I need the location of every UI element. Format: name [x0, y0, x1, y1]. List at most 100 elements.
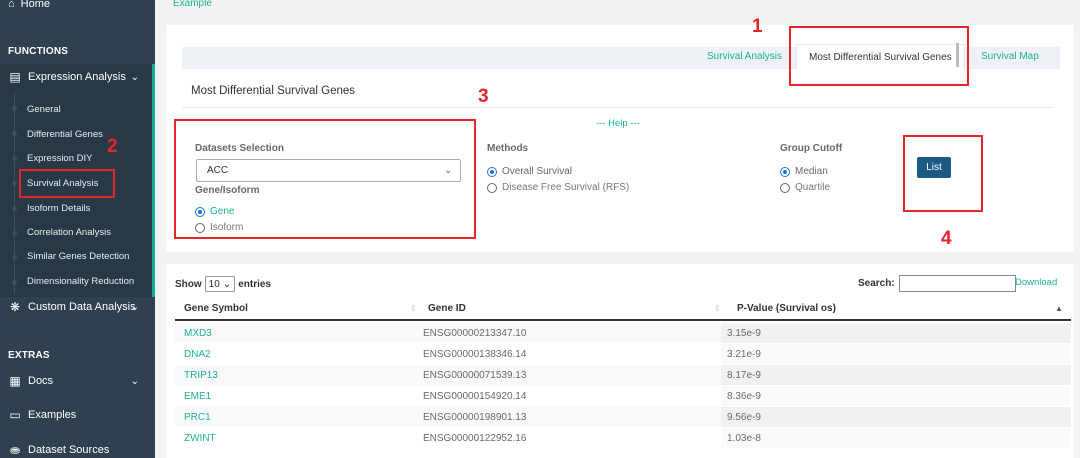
p-value-cell: 9.56e-9 — [727, 412, 761, 423]
sorted-column-cell-bg — [721, 344, 1071, 364]
p-value-cell: 3.15e-9 — [727, 328, 761, 339]
sidebar-sub-dimensionality-reduction[interactable]: Dimensionality Reduction — [27, 276, 134, 287]
annotation-number-4: 4 — [941, 228, 952, 249]
sidebar-item-custom-data-analysis[interactable]: ❋ Custom Data Analysis ⌄ — [8, 296, 155, 318]
median-radio[interactable]: Median — [780, 166, 828, 177]
gene-id-cell: ENSG00000213347.10 — [423, 328, 527, 339]
sorted-column-cell-bg — [721, 323, 1071, 343]
annotation-number-3: 3 — [478, 86, 489, 107]
sidebar: ⌂ Home FUNCTIONS ▤ Expression Analysis ⌄… — [0, 0, 155, 458]
gene-symbol-link[interactable]: MXD3 — [184, 328, 212, 339]
gene-symbol-link[interactable]: TRIP13 — [184, 370, 218, 381]
gene-symbol-link[interactable]: EME1 — [184, 391, 211, 402]
column-header-gene-id[interactable]: Gene ID — [428, 303, 466, 314]
sort-icon[interactable]: ⇕ — [410, 304, 417, 313]
submenu-dot — [12, 206, 17, 211]
help-link[interactable]: --- Help --- — [596, 118, 640, 129]
search-input[interactable] — [898, 275, 1016, 292]
results-table-panel: Show 10 ⌄ entries Search: Download Gene … — [166, 264, 1074, 458]
entries-select[interactable]: 10 ⌄ — [204, 276, 236, 292]
radio-selected-icon — [487, 166, 497, 177]
sidebar-item-docs[interactable]: ▦ Docs ⌄ — [8, 370, 155, 392]
radio-empty-icon — [487, 182, 497, 193]
chevron-down-icon: ⌄ — [130, 375, 139, 387]
table-header: Gene Symbol ⇕ Gene ID ⇕ P-Value (Surviva… — [175, 297, 1071, 321]
quartile-radio[interactable]: Quartile — [780, 182, 830, 193]
quartile-label: Quartile — [795, 182, 831, 193]
submenu-dot — [12, 106, 17, 111]
sort-icon[interactable]: ⇕ — [714, 304, 721, 313]
tab-survival-map[interactable]: Survival Map — [969, 44, 1051, 69]
chevron-down-icon: ⌄ — [222, 278, 232, 290]
annotation-box-3 — [174, 119, 476, 239]
sorted-column-cell-bg — [721, 386, 1071, 406]
bar-chart-icon: ▤ — [9, 70, 21, 84]
submenu-dot — [12, 181, 17, 186]
sidebar-item-dataset-sources[interactable]: ⛂ Dataset Sources — [8, 439, 155, 458]
sort-asc-icon[interactable]: ▲ — [1055, 304, 1063, 313]
column-header-gene-symbol[interactable]: Gene Symbol — [184, 303, 248, 314]
table-row: EME1 ENSG00000154920.14 8.36e-9 — [175, 386, 1071, 406]
gene-id-cell: ENSG00000154920.14 — [423, 391, 527, 402]
sorted-column-cell-bg — [721, 407, 1071, 427]
disease-free-radio[interactable]: Disease Free Survival (RFS) — [487, 182, 629, 193]
radio-selected-icon — [780, 166, 790, 177]
sidebar-sub-similar-genes[interactable]: Similar Genes Detection — [27, 251, 129, 262]
sidebar-sub-differential-genes[interactable]: Differential Genes — [27, 129, 103, 140]
sidebar-item-home[interactable]: ⌂ Home — [8, 0, 50, 10]
sidebar-sub-correlation-analysis[interactable]: Correlation Analysis — [27, 227, 111, 238]
database-icon: ⛂ — [9, 443, 21, 457]
chevron-down-icon: ⌄ — [130, 71, 139, 83]
table-row: DNA2 ENSG00000138346.14 3.21e-9 — [175, 344, 1071, 364]
sidebar-sub-expression-diy[interactable]: Expression DIY — [27, 153, 92, 164]
submenu-dot — [12, 131, 17, 136]
disease-free-label: Disease Free Survival (RFS) — [502, 182, 630, 193]
gene-symbol-link[interactable]: PRC1 — [184, 412, 211, 423]
panel-title: Most Differential Survival Genes — [191, 85, 356, 97]
p-value-cell: 8.36e-9 — [727, 391, 761, 402]
submenu-dot — [12, 280, 17, 285]
download-link[interactable]: Download — [1015, 277, 1057, 288]
windows-icon: ▦ — [9, 374, 21, 388]
gene-symbol-link[interactable]: ZWINT — [184, 433, 216, 444]
methods-label: Methods — [487, 143, 529, 154]
sidebar-item-label: Docs — [28, 375, 54, 387]
laptop-icon: ▭ — [9, 408, 21, 422]
gene-id-cell: ENSG00000122952.16 — [423, 433, 527, 444]
sidebar-item-examples[interactable]: ▭ Examples — [8, 404, 155, 426]
median-label: Median — [795, 166, 828, 177]
p-value-cell: 8.17e-9 — [727, 370, 761, 381]
sidebar-sub-general[interactable]: General — [27, 104, 61, 115]
entries-value: 10 — [208, 278, 220, 290]
show-entries: Show 10 ⌄ entries — [175, 276, 271, 292]
breadcrumb[interactable]: Example — [173, 0, 212, 9]
sidebar-item-label: Home — [20, 0, 50, 10]
submenu-line — [14, 92, 15, 294]
show-label: Show — [175, 278, 202, 290]
sidebar-item-label: Examples — [28, 409, 77, 421]
search-label: Search: — [858, 278, 895, 289]
entries-label: entries — [238, 278, 271, 290]
table-row: TRIP13 ENSG00000071539.13 8.17e-9 — [175, 365, 1071, 385]
annotation-number-1: 1 — [752, 16, 763, 37]
sorted-column-cell-bg — [721, 365, 1071, 385]
sidebar-sub-isoform-details[interactable]: Isoform Details — [27, 203, 90, 214]
overall-survival-radio[interactable]: Overall Survival — [487, 166, 572, 177]
table-row: PRC1 ENSG00000198901.13 9.56e-9 — [175, 407, 1071, 427]
sidebar-item-label: Custom Data Analysis — [28, 301, 136, 313]
gene-id-cell: ENSG00000198901.13 — [423, 412, 527, 423]
sidebar-item-label: Dataset Sources — [28, 444, 110, 456]
group-cutoff-label: Group Cutoff — [780, 143, 843, 154]
column-header-p-value[interactable]: P-Value (Survival os) — [737, 303, 836, 314]
gene-symbol-link[interactable]: DNA2 — [184, 349, 211, 360]
tab-survival-analysis[interactable]: Survival Analysis — [695, 44, 794, 69]
home-icon: ⌂ — [8, 0, 15, 10]
gear-icon: ❋ — [9, 300, 21, 314]
overall-survival-label: Overall Survival — [502, 166, 573, 177]
sidebar-item-expression-analysis[interactable]: ▤ Expression Analysis ⌄ — [8, 66, 155, 88]
annotation-box-1 — [789, 26, 969, 86]
annotation-box-2 — [19, 169, 115, 198]
gene-id-cell: ENSG00000071539.13 — [423, 370, 527, 381]
functions-heading: FUNCTIONS — [8, 46, 69, 57]
divider — [182, 107, 1052, 108]
